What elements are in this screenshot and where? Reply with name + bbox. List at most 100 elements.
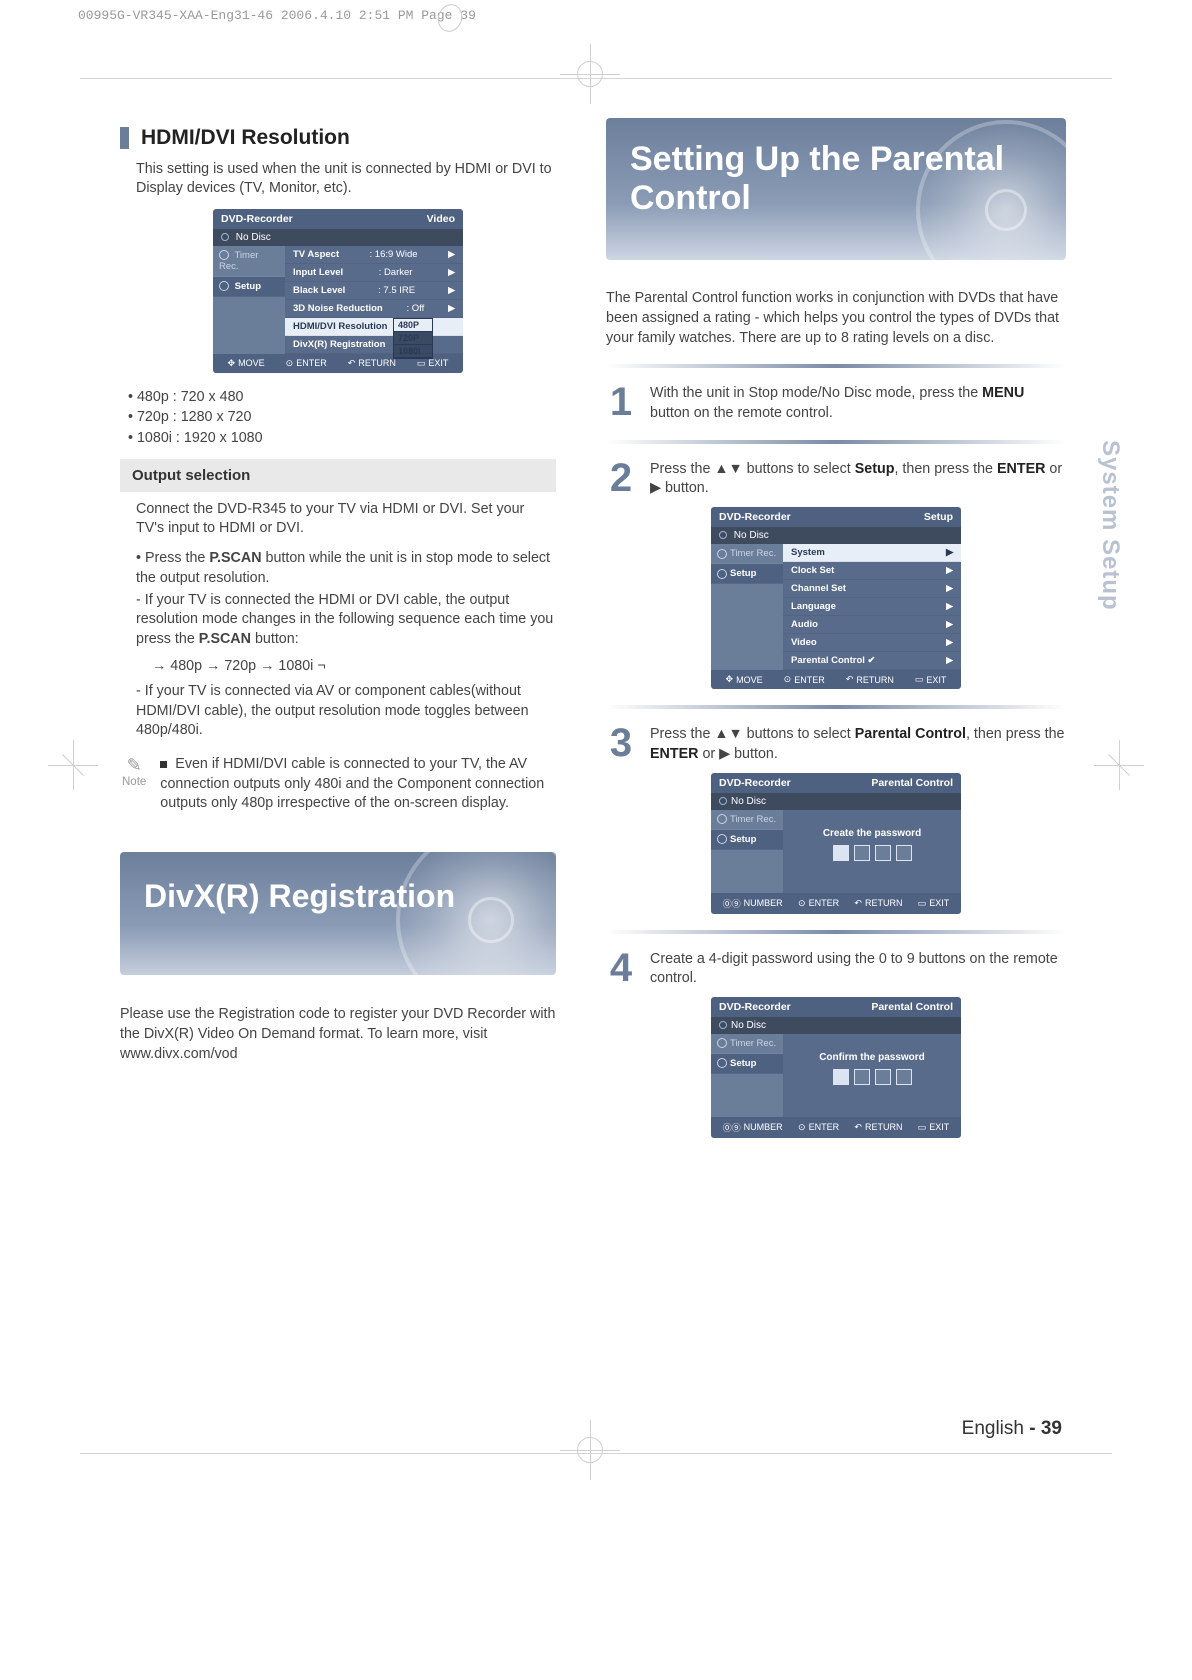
osd-status: No Disc bbox=[711, 1017, 961, 1034]
step-4: 4 Create a 4-digit password using the 0 … bbox=[606, 950, 1066, 989]
gear-icon bbox=[717, 569, 727, 579]
step-1-text: With the unit in Stop mode/No Disc mode,… bbox=[650, 384, 1066, 423]
output-selection-heading: Output selection bbox=[120, 459, 556, 492]
osd-footer: ⓪⑨ NUMBER ⊙ ENTER ↶ RETURN ▭ EXIT bbox=[711, 893, 961, 914]
spiral-icon bbox=[434, 1, 466, 36]
password-boxes bbox=[783, 1069, 961, 1085]
output-b3: - If your TV is connected via AV or comp… bbox=[136, 682, 556, 741]
parental-feature-box: Setting Up the Parental Control bbox=[606, 118, 1066, 260]
resolution-cycle: → 480p → 720p → 1080i ¬ bbox=[152, 658, 556, 674]
step-2: 2 Press the ▲▼ buttons to select Setup, … bbox=[606, 460, 1066, 499]
osd-row: TV Aspect: 16:9 Wide▶ bbox=[285, 246, 463, 264]
gradient-divider bbox=[606, 930, 1066, 934]
page-footer: English - 39 bbox=[962, 1418, 1062, 1440]
osd-row: Clock Set▶ bbox=[783, 562, 961, 580]
step-2-text: Press the ▲▼ buttons to select Setup, th… bbox=[650, 460, 1066, 499]
crop-mark-right bbox=[1094, 740, 1144, 790]
divx-description: Please use the Registration code to regi… bbox=[120, 1005, 556, 1064]
parental-description: The Parental Control function works in c… bbox=[606, 288, 1066, 348]
chevron-right-icon: ▶ bbox=[448, 285, 455, 296]
osd-setup-panel: DVD-Recorder Setup No Disc Timer Rec. Se… bbox=[711, 507, 961, 689]
section-marker bbox=[120, 127, 129, 149]
disc-graphic bbox=[396, 852, 556, 975]
hdmi-intro: This setting is used when the unit is co… bbox=[136, 160, 556, 199]
osd-row-highlighted: HDMI/DVI Resolution 480P 720P 1080i bbox=[285, 318, 463, 336]
pw-digit bbox=[833, 845, 849, 861]
osd-title-bar: DVD-Recorder Video bbox=[213, 209, 463, 229]
osd-side-timer: Timer Rec. bbox=[711, 1034, 783, 1054]
pw-digit bbox=[833, 1069, 849, 1085]
disc-icon bbox=[719, 531, 727, 539]
clock-icon bbox=[717, 549, 727, 559]
gear-icon bbox=[717, 834, 727, 844]
step-number: 4 bbox=[606, 950, 636, 986]
osd-row: Input Level: Darker▶ bbox=[285, 264, 463, 282]
osd-status: No Disc bbox=[711, 793, 961, 810]
chevron-right-icon: ▶ bbox=[946, 655, 953, 666]
step-4-text: Create a 4-digit password using the 0 to… bbox=[650, 950, 1066, 989]
osd-row-highlighted: System▶ bbox=[783, 544, 961, 562]
disc-icon bbox=[221, 233, 229, 241]
pencil-icon: ✎ bbox=[122, 755, 146, 776]
output-b2: - If your TV is connected the HDMI or DV… bbox=[136, 591, 556, 650]
password-boxes bbox=[783, 845, 961, 861]
osd-foot-return: ↶ RETURN bbox=[348, 358, 396, 369]
osd-side-setup: Setup bbox=[711, 830, 783, 850]
osd-row: Audio▶ bbox=[783, 616, 961, 634]
gradient-divider bbox=[606, 440, 1066, 444]
clock-icon bbox=[717, 1038, 727, 1048]
note-block: ✎ Note Even if HDMI/DVI cable is connect… bbox=[122, 755, 556, 814]
crop-mark-top bbox=[560, 44, 620, 104]
osd-title-bar: DVD-Recorder Setup bbox=[711, 507, 961, 527]
step-1: 1 With the unit in Stop mode/No Disc mod… bbox=[606, 384, 1066, 423]
osd-foot-enter: ⊙ ENTER bbox=[286, 358, 327, 369]
osd-title-right: Video bbox=[427, 213, 455, 225]
gear-icon bbox=[219, 281, 229, 291]
osd-row: Parental Control ✔▶ bbox=[783, 652, 961, 670]
osd-footer: ✥ MOVE ⊙ ENTER ↶ RETURN ▭ EXIT bbox=[711, 670, 961, 689]
chevron-right-icon: ▶ bbox=[448, 267, 455, 278]
chevron-right-icon: ▶ bbox=[946, 547, 953, 558]
osd-drop-item: 480P bbox=[394, 319, 432, 332]
osd-title: DVD-Recorder bbox=[221, 213, 293, 225]
chevron-right-icon: ▶ bbox=[946, 583, 953, 594]
clock-icon bbox=[717, 814, 727, 824]
chevron-right-icon: ▶ bbox=[448, 249, 455, 260]
step-3-text: Press the ▲▼ buttons to select Parental … bbox=[650, 725, 1066, 764]
osd-status: No Disc bbox=[711, 527, 961, 544]
pw-digit bbox=[875, 1069, 891, 1085]
crop-mark-left bbox=[48, 740, 98, 790]
pw-digit bbox=[875, 845, 891, 861]
section-heading: HDMI/DVI Resolution bbox=[120, 126, 556, 150]
pw-digit bbox=[854, 1069, 870, 1085]
note-label: ✎ Note bbox=[122, 755, 146, 814]
disc-icon bbox=[719, 1021, 727, 1029]
osd-foot-move: ✥ MOVE bbox=[228, 358, 265, 369]
footer-lang: English bbox=[962, 1418, 1024, 1439]
osd-row: DivX(R) Registration bbox=[285, 336, 463, 354]
osd-create-pw-panel: DVD-Recorder Parental Control No Disc Ti… bbox=[711, 773, 961, 914]
step-number: 3 bbox=[606, 725, 636, 761]
clock-icon bbox=[219, 250, 229, 260]
chevron-right-icon: ▶ bbox=[946, 601, 953, 612]
footer-sep: - bbox=[1024, 1418, 1041, 1439]
osd-side-timer: Timer Rec. bbox=[213, 246, 285, 277]
chevron-right-icon: ▶ bbox=[946, 637, 953, 648]
osd-row: Black Level: 7.5 IRE▶ bbox=[285, 282, 463, 300]
note-text: Even if HDMI/DVI cable is connected to y… bbox=[160, 755, 556, 814]
osd-center-prompt: Confirm the password bbox=[783, 1034, 961, 1117]
print-header: 00995G-VR345-XAA-Eng31-46 2006.4.10 2:51… bbox=[78, 8, 476, 23]
square-bullet-icon bbox=[160, 761, 167, 768]
osd-row: Video▶ bbox=[783, 634, 961, 652]
step-number: 1 bbox=[606, 384, 636, 420]
osd-foot-exit: ▭ EXIT bbox=[417, 358, 449, 369]
pw-digit bbox=[896, 1069, 912, 1085]
osd-side-timer: Timer Rec. bbox=[711, 544, 783, 564]
gear-icon bbox=[717, 1058, 727, 1068]
osd-status-text: No Disc bbox=[236, 232, 271, 243]
chevron-right-icon: ▶ bbox=[946, 565, 953, 576]
osd-footer: ⓪⑨ NUMBER ⊙ ENTER ↶ RETURN ▭ EXIT bbox=[711, 1117, 961, 1138]
footer-page: 39 bbox=[1041, 1418, 1062, 1439]
osd-title-bar: DVD-Recorder Parental Control bbox=[711, 773, 961, 793]
osd-video-panel: DVD-Recorder Video No Disc Timer Rec. bbox=[213, 209, 463, 373]
